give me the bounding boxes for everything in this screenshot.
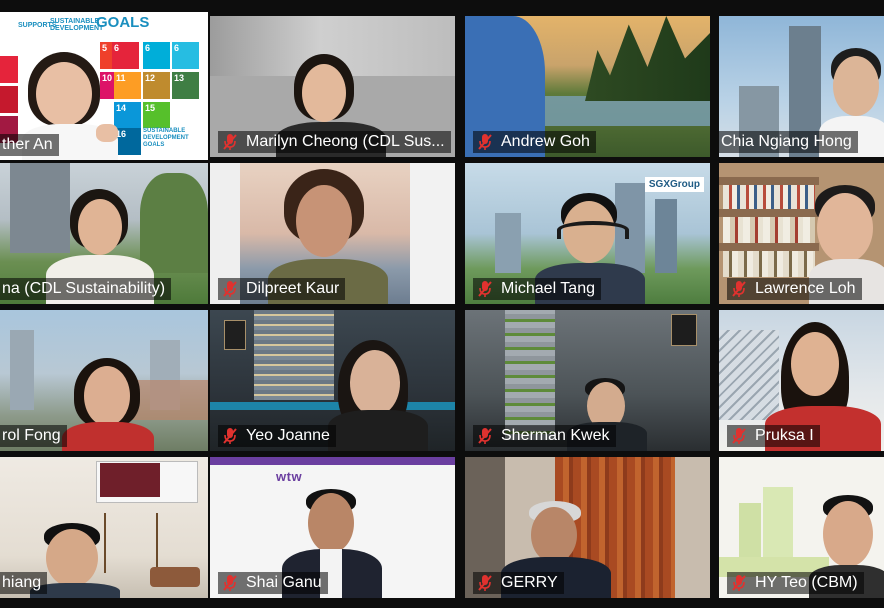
participant-name-tag: Pruksa I [727, 425, 820, 447]
participant-name: Pruksa I [755, 427, 814, 444]
muted-mic-icon [223, 134, 237, 150]
sdg-goal-tile: 6 [112, 42, 139, 69]
participant-name-tag: Dilpreet Kaur [218, 278, 346, 300]
sgx-logo: SGXGroup [644, 177, 704, 192]
participant-name-tag: hiang [0, 572, 48, 594]
participant-tile[interactable]: Andrew Goh [465, 16, 710, 157]
participant-name: Dilpreet Kaur [246, 280, 340, 297]
sdg-goal-tile: 16 [114, 128, 141, 155]
muted-mic-icon [223, 428, 237, 444]
participant-name: rol Fong [2, 427, 61, 444]
participant-name: GERRY [501, 574, 558, 591]
sdg-goals-small: SUSTAINABLE DEVELOPMENT GOALS [143, 128, 199, 152]
participant-name-tag: Yeo Joanne [218, 425, 336, 447]
participant-name-tag: HY Teo (CBM) [727, 572, 864, 594]
muted-mic-icon [478, 575, 492, 591]
participant-tile[interactable]: Sherman Kwek [465, 310, 710, 451]
muted-mic-icon [478, 134, 492, 150]
muted-mic-icon [223, 575, 237, 591]
participant-tile[interactable]: rol Fong [0, 310, 208, 451]
participant-tile[interactable]: Pruksa I [719, 310, 884, 451]
participant-tile[interactable]: Chia Ngiang Hong [719, 16, 884, 157]
muted-mic-icon [732, 281, 746, 297]
sdg-goal-tile: 13 [172, 72, 199, 99]
participant-name: Lawrence Loh [755, 280, 856, 297]
muted-mic-icon [223, 281, 237, 297]
participant-name-tag: ther An [0, 134, 59, 156]
participant-name: Michael Tang [501, 280, 595, 297]
participant-tile[interactable]: hiang [0, 457, 208, 598]
participant-name-tag: Chia Ngiang Hong [719, 131, 858, 153]
participant-tile[interactable]: Lawrence Loh [719, 163, 884, 304]
participant-tile[interactable]: Marilyn Cheong (CDL Sus... [210, 16, 455, 157]
sdg-goal-tile: 6 [143, 42, 170, 69]
participant-name-tag: GERRY [473, 572, 564, 594]
participant-name-tag: Lawrence Loh [727, 278, 862, 300]
participant-name: hiang [2, 574, 42, 591]
participant-name: Shai Ganu [246, 574, 322, 591]
participant-name-tag: Marilyn Cheong (CDL Sus... [218, 131, 451, 153]
sdg-goal-tile: 14 [114, 102, 141, 129]
participant-tile[interactable]: na (CDL Sustainability) [0, 163, 208, 304]
sdg-goal-tile: 12 [143, 72, 170, 99]
muted-mic-icon [732, 428, 746, 444]
sdg-goal-tile: 15 [143, 102, 170, 129]
participant-name: Andrew Goh [501, 133, 590, 150]
video-grid: SUPPORTS SUSTAINABLE DEVELOPMENT GOALS 5… [0, 0, 884, 608]
participant-name-tag: Andrew Goh [473, 131, 596, 153]
muted-mic-icon [732, 575, 746, 591]
participant-name: Chia Ngiang Hong [721, 133, 852, 150]
participant-tile[interactable]: Yeo Joanne [210, 310, 455, 451]
participant-name: na (CDL Sustainability) [2, 280, 166, 297]
participant-name: Marilyn Cheong (CDL Sus... [246, 133, 445, 150]
participant-tile[interactable]: GERRY [465, 457, 710, 598]
sdg-goal-tile: 11 [114, 72, 141, 99]
participant-name: Sherman Kwek [501, 427, 610, 444]
participant-name-tag: Michael Tang [473, 278, 601, 300]
participant-tile[interactable]: HY Teo (CBM) [719, 457, 884, 598]
participant-name: Yeo Joanne [246, 427, 330, 444]
participant-tile[interactable]: SGXGroup Michael Tang [465, 163, 710, 304]
participant-name-tag: Shai Ganu [218, 572, 328, 594]
sdg-goals-text: GOALS [96, 14, 150, 31]
participant-name-tag: Sherman Kwek [473, 425, 616, 447]
muted-mic-icon [478, 281, 492, 297]
wtw-banner [210, 457, 455, 465]
muted-mic-icon [478, 428, 492, 444]
participant-name-tag: rol Fong [0, 425, 67, 447]
participant-name: HY Teo (CBM) [755, 574, 858, 591]
participant-tile[interactable]: Dilpreet Kaur [210, 163, 455, 304]
sdg-goal-tile: 6 [172, 42, 199, 69]
participant-tile[interactable]: wtw Shai Ganu [210, 457, 455, 598]
participant-tile[interactable]: SUPPORTS SUSTAINABLE DEVELOPMENT GOALS 5… [0, 12, 208, 160]
participant-name: ther An [2, 136, 53, 153]
participant-name-tag: na (CDL Sustainability) [0, 278, 172, 300]
wtw-logo: wtw [276, 469, 303, 484]
